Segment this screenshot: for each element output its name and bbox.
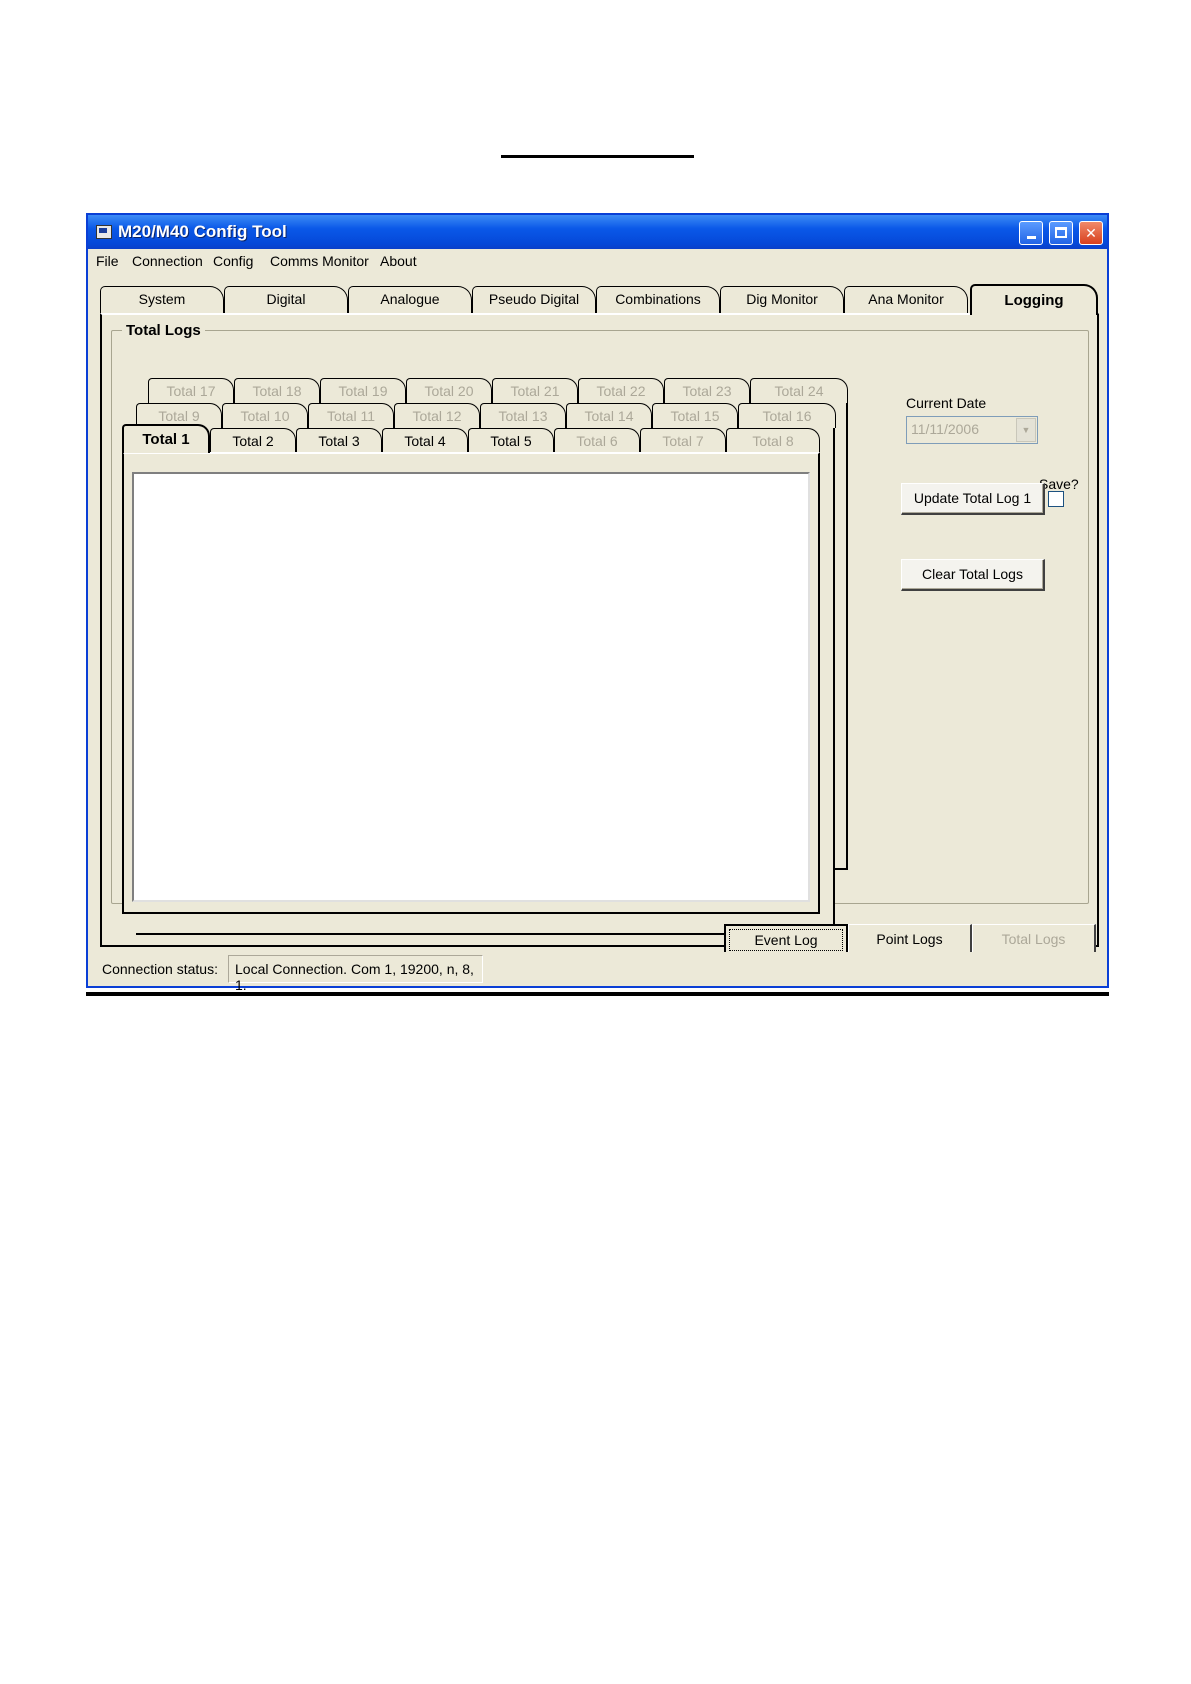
update-total-log-button[interactable]: Update Total Log 1: [901, 483, 1045, 515]
tab-total-20[interactable]: Total 20: [406, 378, 492, 403]
window-title: M20/M40 Config Tool: [118, 222, 287, 241]
tab-total-1[interactable]: Total 1: [122, 424, 210, 453]
connection-status-value: Local Connection. Com 1, 19200, n, 8, 1.: [228, 955, 483, 993]
total-log-display[interactable]: [132, 472, 810, 902]
tab-digital[interactable]: Digital: [224, 286, 348, 313]
tab-total-19[interactable]: Total 19: [320, 378, 406, 403]
close-button[interactable]: ✕: [1079, 221, 1103, 245]
heading-underline: [501, 155, 694, 158]
tab-ana-monitor[interactable]: Ana Monitor: [844, 286, 968, 313]
tab-total-18[interactable]: Total 18: [234, 378, 320, 403]
tab-total-16[interactable]: Total 16: [738, 403, 836, 428]
tab-total-23[interactable]: Total 23: [664, 378, 750, 403]
tab-total-21[interactable]: Total 21: [492, 378, 578, 403]
current-date-label: Current Date: [906, 395, 987, 411]
tab-total-17[interactable]: Total 17: [148, 378, 234, 403]
tab-total-15[interactable]: Total 15: [652, 403, 738, 428]
tab-total-5[interactable]: Total 5: [468, 428, 554, 453]
save-checkbox[interactable]: [1048, 491, 1064, 507]
menu-about[interactable]: About: [380, 253, 417, 269]
event-log-label: Event Log: [729, 929, 843, 951]
menu-config[interactable]: Config: [213, 253, 253, 269]
chevron-down-icon[interactable]: ▼: [1016, 418, 1036, 442]
clear-total-logs-button[interactable]: Clear Total Logs: [901, 559, 1045, 591]
menu-connection[interactable]: Connection: [132, 253, 203, 269]
close-icon: ✕: [1085, 225, 1097, 241]
app-window: M20/M40 Config Tool ✕ File Connection Co…: [86, 213, 1109, 993]
tab-analogue[interactable]: Analogue: [348, 286, 472, 313]
minimize-icon: [1026, 236, 1036, 239]
app-icon: [96, 225, 112, 239]
maximize-button[interactable]: [1049, 221, 1073, 245]
menu-comms-monitor[interactable]: Comms Monitor: [270, 253, 369, 269]
tab-pseudo-digital[interactable]: Pseudo Digital: [472, 286, 596, 313]
main-tab-strip: System Digital Analogue Pseudo Digital C…: [100, 284, 1100, 315]
tab-combinations[interactable]: Combinations: [596, 286, 720, 313]
tab-total-14[interactable]: Total 14: [566, 403, 652, 428]
logging-panel: Total Logs Total 17 Total 18 Total 19 To…: [100, 313, 1099, 956]
tab-total-24[interactable]: Total 24: [750, 378, 848, 403]
minimize-button[interactable]: [1019, 221, 1043, 245]
tab-logging[interactable]: Logging: [970, 284, 1098, 315]
status-bar: Connection status: Local Connection. Com…: [88, 952, 1107, 993]
tab-total-7[interactable]: Total 7: [640, 428, 726, 453]
title-bar[interactable]: M20/M40 Config Tool ✕: [88, 215, 1107, 249]
tab-total-4[interactable]: Total 4: [382, 428, 468, 453]
menu-bar: File Connection Config Comms Monitor Abo…: [88, 249, 1107, 273]
current-date-value: 11/11/2006: [911, 421, 979, 437]
tab-total-10[interactable]: Total 10: [222, 403, 308, 428]
tab-total-11[interactable]: Total 11: [308, 403, 394, 428]
tab-total-3[interactable]: Total 3: [296, 428, 382, 453]
tab-total-6[interactable]: Total 6: [554, 428, 640, 453]
tab-system[interactable]: System: [100, 286, 224, 313]
tab-total-2[interactable]: Total 2: [210, 428, 296, 453]
connection-status-label: Connection status:: [102, 961, 218, 977]
tab-total-13[interactable]: Total 13: [480, 403, 566, 428]
footer-rule: [86, 992, 1109, 996]
menu-file[interactable]: File: [96, 253, 119, 269]
current-date-picker[interactable]: 11/11/2006 ▼: [906, 416, 1038, 444]
total-log-page: [122, 452, 820, 914]
tab-total-8[interactable]: Total 8: [726, 428, 820, 453]
maximize-icon: [1055, 227, 1067, 238]
tab-total-12[interactable]: Total 12: [394, 403, 480, 428]
tab-dig-monitor[interactable]: Dig Monitor: [720, 286, 844, 313]
tab-total-22[interactable]: Total 22: [578, 378, 664, 403]
group-title: Total Logs: [122, 322, 205, 339]
